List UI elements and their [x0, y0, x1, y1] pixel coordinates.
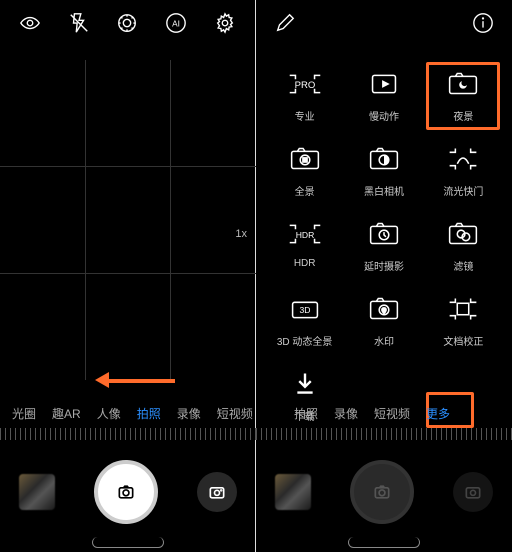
viewfinder[interactable] [0, 60, 256, 380]
svg-text:3D: 3D [299, 305, 310, 315]
top-toolbar: AI [0, 0, 255, 46]
mode-label: 专业 [295, 108, 315, 123]
mode-tab[interactable]: 录像 [169, 405, 209, 422]
mode-pro[interactable]: PRO 专业 [270, 66, 339, 123]
mode-grid: PRO 专业 慢动作 夜景全景 黑白相机 流光快门 HDR HDR 延时摄影 滤镜 3D 3D 动态全… [256, 66, 512, 423]
hdr-icon: HDR [283, 216, 327, 252]
mode-tab[interactable]: 短视频 [209, 405, 256, 422]
gallery-thumbnail[interactable] [19, 474, 55, 510]
mode-tab[interactable]: 录像 [326, 405, 366, 422]
switch-camera-button-disabled [453, 472, 493, 512]
mode-label: 慢动作 [369, 108, 399, 123]
shutter-button[interactable] [94, 460, 158, 524]
mode-label: 3D 动态全景 [277, 333, 333, 348]
mode-label: 延时摄影 [364, 258, 404, 273]
mode-strip[interactable]: 拍照录像短视频更多 [256, 398, 512, 428]
mode-ruler[interactable] [256, 428, 512, 440]
mono-icon [362, 141, 406, 177]
lightpaint-icon [441, 141, 485, 177]
info-icon[interactable] [472, 12, 494, 34]
download-icon [283, 366, 327, 402]
svg-text:AI: AI [172, 20, 180, 29]
mode-tab[interactable]: 趣AR [44, 405, 89, 422]
mode-hdr[interactable]: HDR HDR [270, 216, 339, 273]
gallery-thumbnail[interactable] [275, 474, 311, 510]
filter-icon [441, 216, 485, 252]
docscan-icon [441, 291, 485, 327]
mode-lightpaint[interactable]: 流光快门 [429, 141, 498, 198]
mode-tab[interactable]: 人像 [89, 405, 129, 422]
grid-line [85, 60, 86, 380]
mode-tab[interactable]: 短视频 [366, 405, 418, 422]
ai-mode-icon[interactable]: AI [165, 12, 187, 34]
nav-handle [348, 537, 420, 548]
switch-camera-button[interactable] [197, 472, 237, 512]
mode-strip[interactable]: 光圈趣AR人像拍照录像短视频更 [0, 398, 256, 428]
svg-text:HDR: HDR [295, 230, 314, 240]
mode-label: HDR [294, 258, 316, 269]
settings-icon[interactable] [214, 12, 236, 34]
annotation-arrow [95, 372, 175, 388]
mode-tab[interactable]: 拍照 [129, 405, 169, 422]
mode-tab[interactable]: 光圈 [4, 405, 44, 422]
mode-label: 夜景 [453, 108, 473, 123]
mode-ruler[interactable] [0, 428, 256, 440]
nav-handle [92, 537, 164, 548]
mode-label: 水印 [374, 333, 394, 348]
eye-live-icon[interactable] [19, 12, 41, 34]
pro-icon: PRO [283, 66, 327, 102]
mode-label: 全景 [295, 183, 315, 198]
edit-pencil-icon[interactable] [274, 12, 296, 34]
mode-label: 文档校正 [443, 333, 483, 348]
mode-tab[interactable]: 更多 [418, 405, 458, 422]
timelapse-icon [362, 216, 406, 252]
watermark-icon [362, 291, 406, 327]
grid-line [0, 166, 256, 167]
mode-label: 流光快门 [443, 183, 483, 198]
shutter-row [256, 452, 512, 532]
mode-filter[interactable]: 滤镜 [429, 216, 498, 273]
mode-pano[interactable]: 全景 [270, 141, 339, 198]
pano-icon [283, 141, 327, 177]
flash-off-icon[interactable] [68, 12, 90, 34]
mode-docscan[interactable]: 文档校正 [429, 291, 498, 348]
mode-mono[interactable]: 黑白相机 [349, 141, 418, 198]
mode-label: 黑白相机 [364, 183, 404, 198]
mode-tab[interactable]: 拍照 [286, 405, 326, 422]
mode-label: 滤镜 [453, 258, 473, 273]
grid-line [170, 60, 171, 380]
grid-line [0, 273, 256, 274]
svg-text:PRO: PRO [294, 80, 315, 91]
mode-timelapse[interactable]: 延时摄影 [349, 216, 418, 273]
camera-view: AI 1x 光圈趣AR人像拍照录像短视频更 [0, 0, 256, 552]
night-icon [441, 66, 485, 102]
mode-pano3d[interactable]: 3D 3D 动态全景 [270, 291, 339, 348]
top-toolbar [256, 0, 512, 46]
slowmo-icon [362, 66, 406, 102]
pano3d-icon: 3D [283, 291, 327, 327]
shutter-row [0, 452, 256, 532]
shutter-button-disabled [350, 460, 414, 524]
mode-watermark[interactable]: 水印 [349, 291, 418, 348]
zoom-indicator[interactable]: 1x [235, 228, 247, 240]
modes-panel: PRO 专业 慢动作 夜景全景 黑白相机 流光快门 HDR HDR 延时摄影 滤镜 3D 3D 动态全… [256, 0, 512, 552]
mode-slowmo[interactable]: 慢动作 [349, 66, 418, 123]
settings-gear-icon[interactable] [116, 12, 138, 34]
mode-night[interactable]: 夜景 [429, 66, 498, 123]
